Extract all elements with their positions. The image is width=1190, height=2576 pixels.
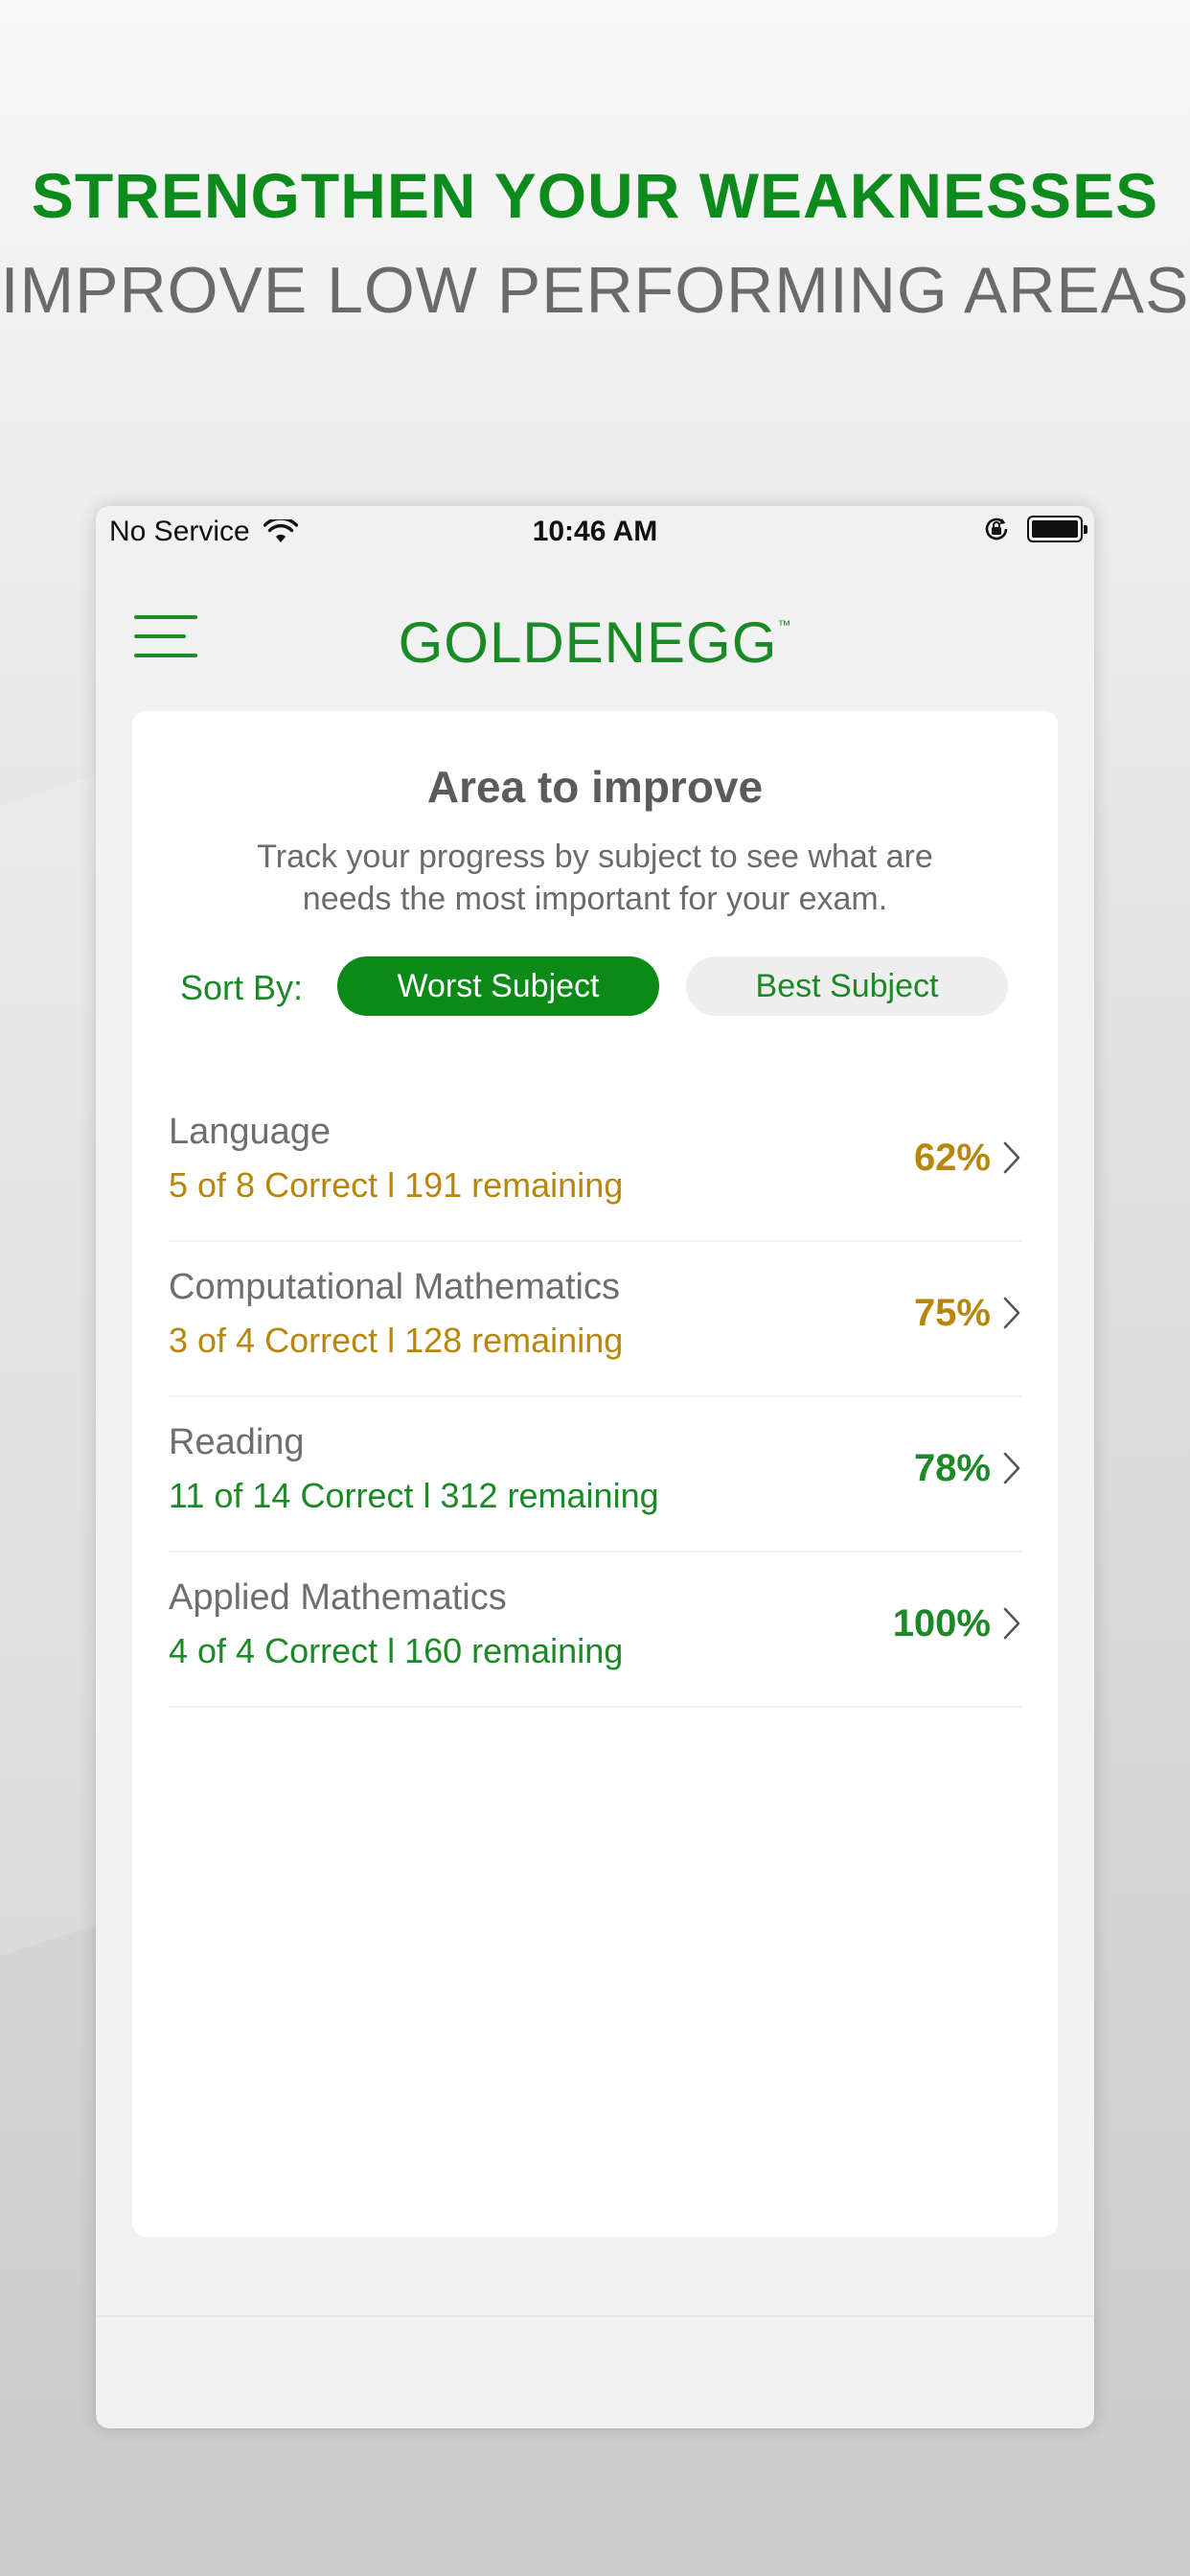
- subject-percent: 100%: [892, 1602, 991, 1644]
- subject-name: Computational Mathematics: [169, 1267, 620, 1307]
- sort-worst-subject-button[interactable]: Worst Subject: [337, 956, 659, 1016]
- orientation-lock-icon: [985, 518, 1008, 540]
- subject-list: Language 5 of 8 Correct l 191 remaining …: [169, 1087, 1021, 1708]
- logo-trademark: ™: [777, 617, 792, 632]
- chevron-right-icon: [1003, 1607, 1020, 1640]
- subject-detail: 4 of 4 Correct l 160 remaining: [169, 1631, 624, 1670]
- chevron-right-icon: [1003, 1452, 1020, 1484]
- subject-percent: 62%: [913, 1137, 991, 1179]
- status-bar: No Service 10:46 AM: [96, 506, 1094, 554]
- sort-label: Sort By:: [180, 968, 304, 1007]
- subject-name: Reading: [169, 1422, 305, 1462]
- status-right: [983, 516, 1087, 542]
- logo-text: GOLDENEGG: [398, 610, 778, 675]
- phone-screen: No Service 10:46 AM GOLDENEGG™ Area to i…: [96, 506, 1094, 2428]
- battery-icon: [1027, 516, 1087, 542]
- sort-best-subject-button[interactable]: Best Subject: [686, 956, 1008, 1016]
- promo-headline: STRENGTHEN YOUR WEAKNESSES: [31, 160, 1159, 231]
- tab-bar-divider: [96, 2315, 1094, 2317]
- subject-percent: 78%: [913, 1447, 991, 1489]
- goldenegg-logo: GOLDENEGG™: [96, 610, 1094, 676]
- battery-level: [1032, 520, 1078, 538]
- promo-subheadline: IMPROVE LOW PERFORMING AREAS: [0, 254, 1190, 327]
- card-subtitle: Track your progress by subject to see wh…: [257, 839, 933, 917]
- subject-name: Language: [169, 1112, 332, 1152]
- card-title: Area to improve: [426, 762, 764, 812]
- subject-row-language[interactable]: Language 5 of 8 Correct l 191 remaining …: [169, 1087, 1021, 1242]
- subject-detail: 11 of 14 Correct l 312 remaining: [169, 1476, 659, 1515]
- chevron-right-icon: [1003, 1297, 1020, 1329]
- subject-detail: 3 of 4 Correct l 128 remaining: [169, 1321, 624, 1360]
- chevron-right-icon: [1003, 1141, 1020, 1174]
- status-time: 10:46 AM: [532, 516, 658, 547]
- area-to-improve-card: Area to improve Track your progress by s…: [132, 711, 1058, 2237]
- subject-row-computational-mathematics[interactable]: Computational Mathematics 3 of 4 Correct…: [169, 1242, 1021, 1397]
- subject-name: Applied Mathematics: [169, 1577, 507, 1618]
- subject-percent: 75%: [913, 1292, 991, 1334]
- subject-detail: 5 of 8 Correct l 191 remaining: [169, 1165, 624, 1205]
- subject-row-reading[interactable]: Reading 11 of 14 Correct l 312 remaining…: [169, 1397, 1021, 1552]
- subject-row-applied-mathematics[interactable]: Applied Mathematics 4 of 4 Correct l 160…: [169, 1552, 1021, 1708]
